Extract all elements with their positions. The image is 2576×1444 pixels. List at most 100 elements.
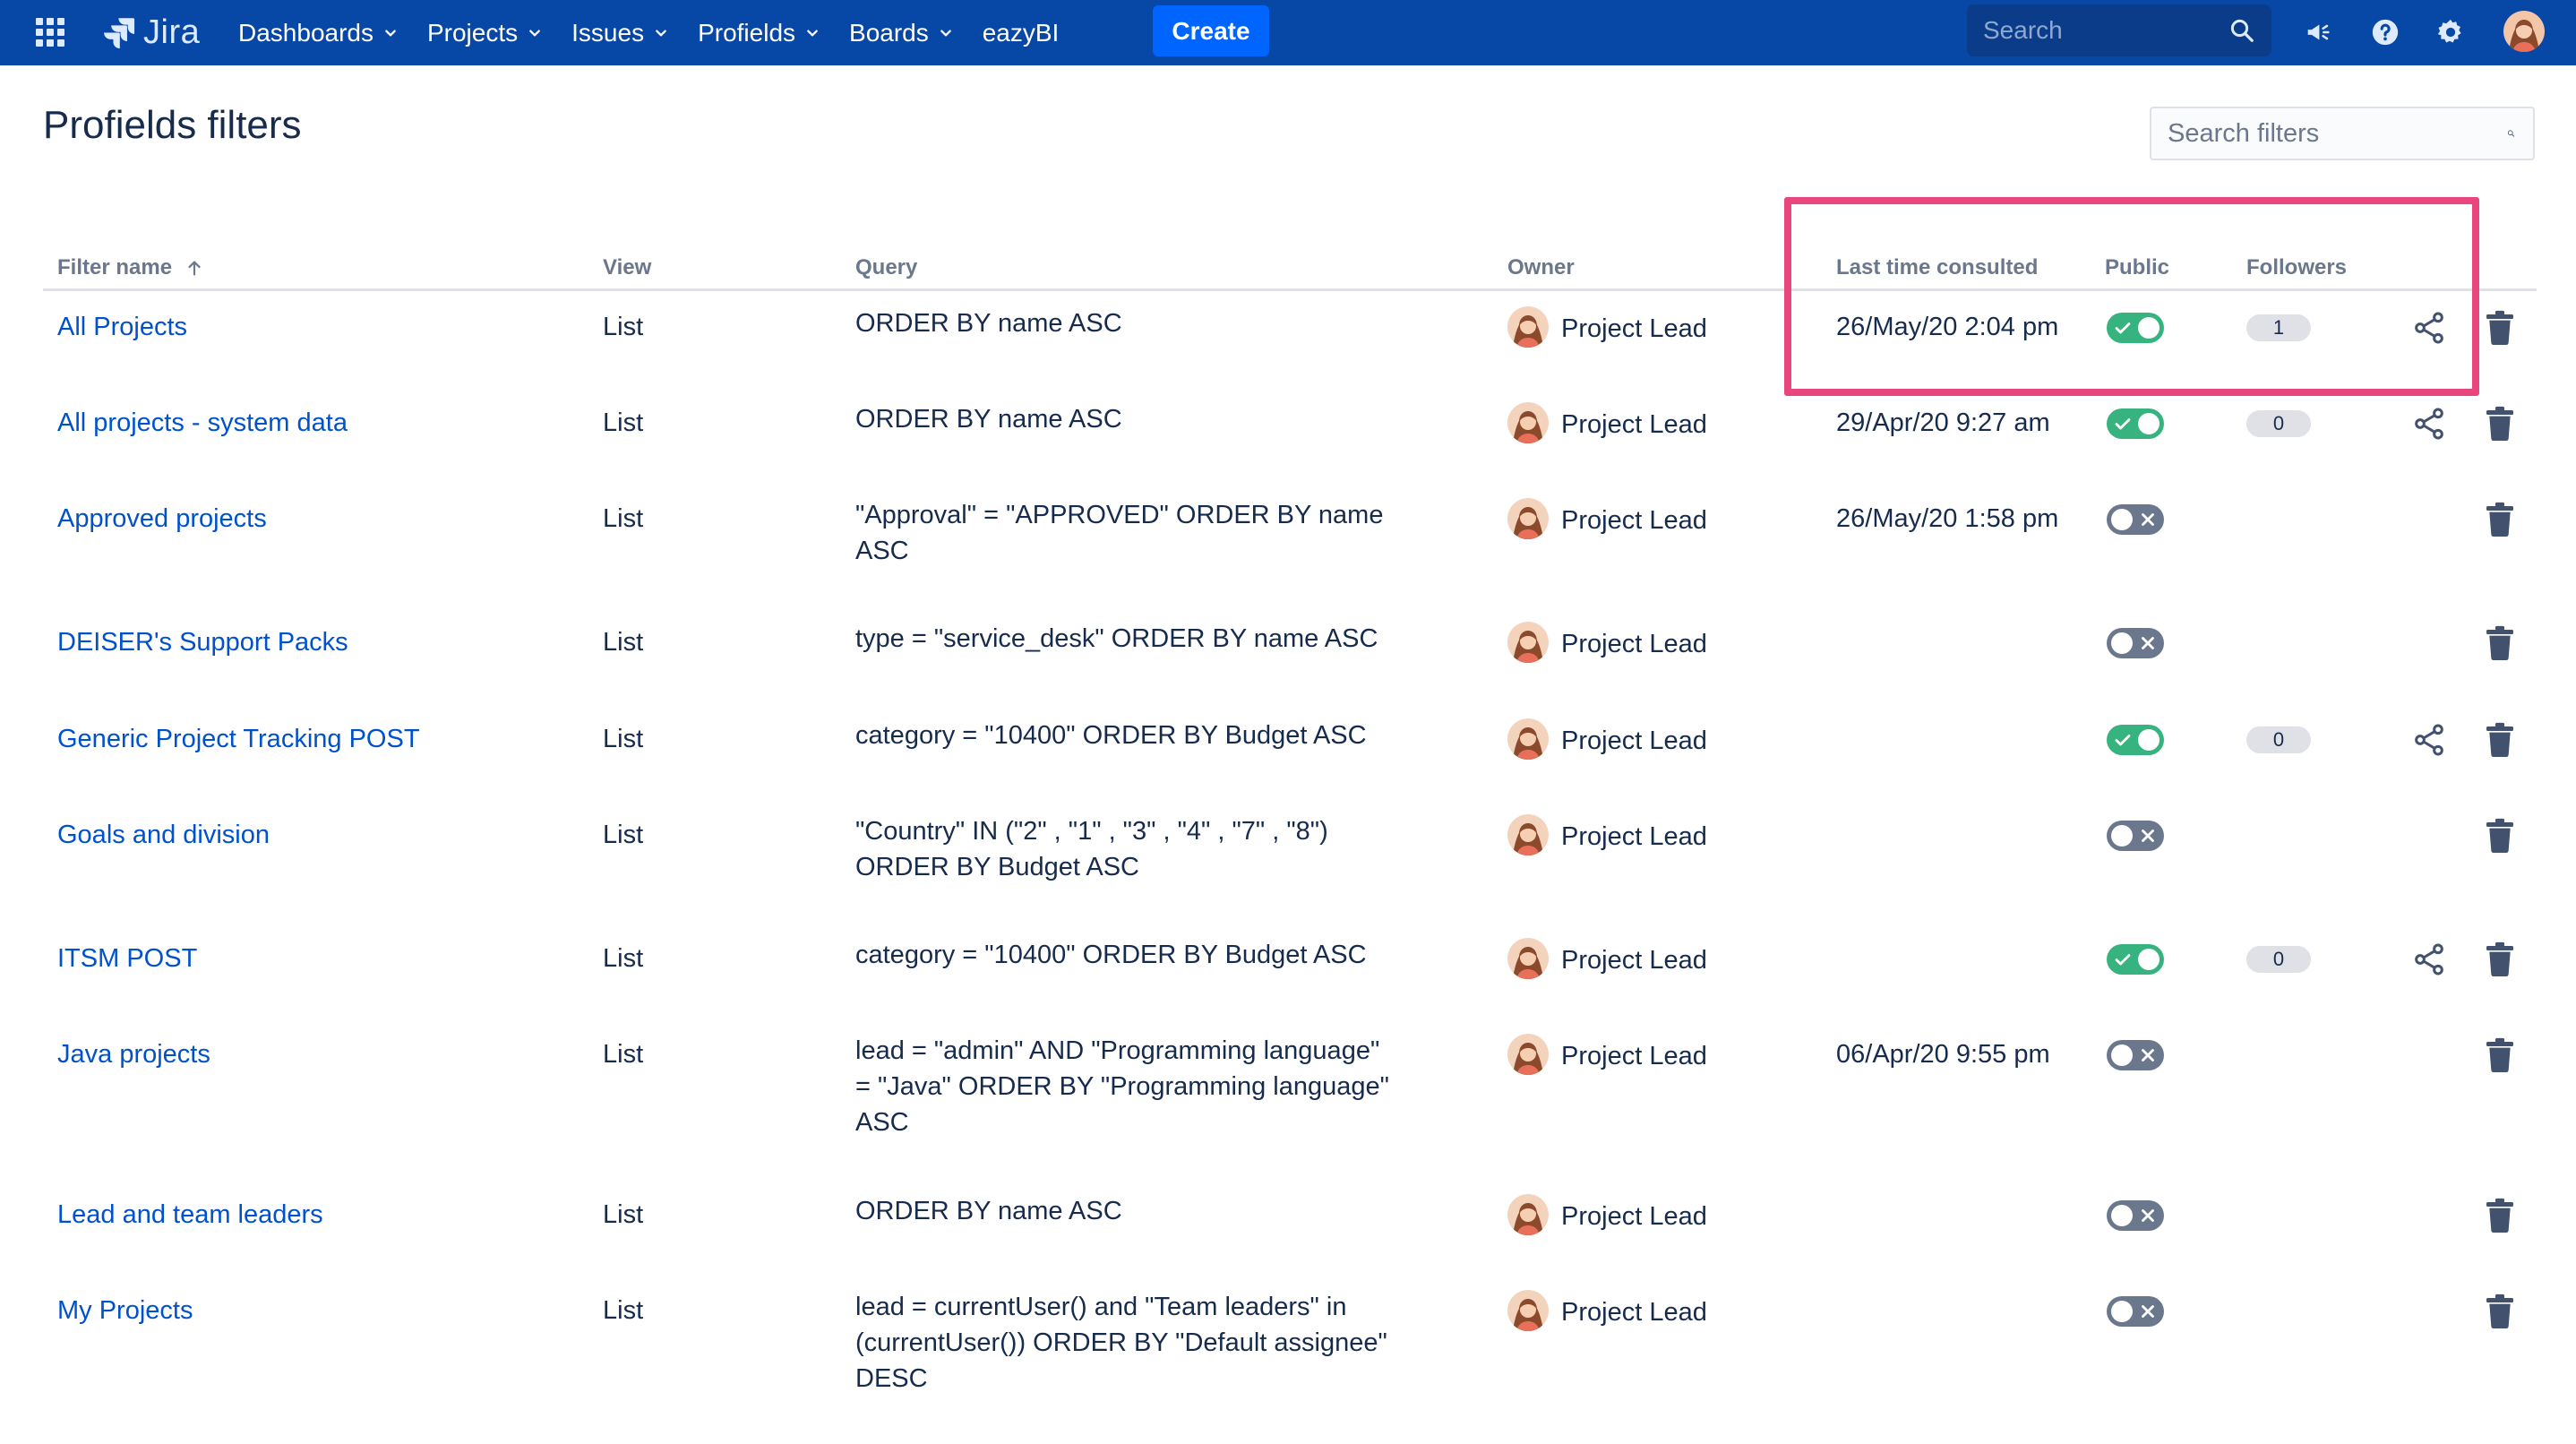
filter-owner[interactable]: Project Lead [1507,306,1707,348]
column-header-public[interactable]: Public [2105,255,2169,280]
filter-owner[interactable]: Project Lead [1507,938,1707,979]
nav-item-profields[interactable]: Profields [698,19,819,47]
public-toggle[interactable] [2107,821,2164,851]
query-line: "Approval" = "APPROVED" ORDER BY name [855,501,1384,529]
public-toggle[interactable] [2107,408,2164,439]
filter-name-link[interactable]: Approved projects [57,501,267,537]
filter-name-link[interactable]: Goals and division [57,817,270,853]
nav-item-dashboards[interactable]: Dashboards [238,19,397,47]
nav-item-boards[interactable]: Boards [849,19,952,47]
nav-item-label: Projects [426,18,519,47]
query-line: lead = "admin" AND "Programming language… [855,1036,1380,1065]
share-icon[interactable] [2411,941,2447,977]
top-navigation-bar: Jira Dashboards Projects Issues Profields Bo… [0,0,2576,65]
public-toggle[interactable] [2107,313,2164,343]
jira-logo-text: Jira [143,13,201,51]
filter-view: List [603,504,644,533]
cross-icon [2142,1305,2154,1318]
chevron-down-icon [807,30,818,36]
filter-owner[interactable]: Project Lead [1507,1194,1707,1235]
delete-trash-icon[interactable] [2485,722,2515,758]
column-header-owner[interactable]: Owner [1507,255,1575,280]
delete-trash-icon[interactable] [2485,502,2515,537]
table-header-divider [43,288,2537,291]
filter-owner[interactable]: Project Lead [1507,498,1707,539]
owner-avatar [1507,814,1549,855]
public-toggle[interactable] [2107,1296,2164,1327]
query-line: lead = currentUser() and "Team leaders" … [855,1293,1347,1321]
nav-item-projects[interactable]: Projects [427,19,541,47]
owner-name: Project Lead [1561,314,1707,343]
filter-owner[interactable]: Project Lead [1507,718,1707,760]
column-header-view[interactable]: View [603,255,651,280]
filter-owner[interactable]: Project Lead [1507,622,1707,663]
delete-trash-icon[interactable] [2485,818,2515,854]
filter-view: List [603,944,644,973]
delete-trash-icon[interactable] [2485,310,2515,346]
public-toggle[interactable] [2107,725,2164,755]
filter-name-link[interactable]: Generic Project Tracking POST [57,721,420,757]
public-toggle[interactable] [2107,1200,2164,1231]
column-header-query[interactable]: Query [855,255,917,280]
query-line: = "Java" ORDER BY "Programming language" [855,1072,1389,1101]
owner-avatar [1507,402,1549,443]
column-header-last-consulted[interactable]: Last time consulted [1836,255,2038,280]
filter-owner[interactable]: Project Lead [1507,1034,1707,1075]
last-consulted: 26/May/20 1:58 pm [1836,504,2059,533]
filter-view: List [603,725,644,753]
nav-item-issues[interactable]: Issues [571,19,667,47]
sort-ascending-icon[interactable] [185,258,204,278]
app-switcher-icon[interactable] [34,16,66,48]
search-filters-input[interactable] [2166,117,2507,150]
global-search-input[interactable]: Search [1967,4,2271,56]
filter-name-link[interactable]: DEISER's Support Packs [57,624,348,660]
delete-trash-icon[interactable] [2485,1198,2515,1233]
nav-item-eazybi[interactable]: eazyBI [983,19,1060,47]
delete-trash-icon[interactable] [2485,625,2515,661]
delete-trash-icon[interactable] [2485,1294,2515,1329]
public-toggle[interactable] [2107,944,2164,975]
public-toggle[interactable] [2107,504,2164,535]
filter-name-link[interactable]: ITSM POST [57,941,197,976]
filter-name-link[interactable]: All Projects [57,309,187,345]
delete-trash-icon[interactable] [2485,941,2515,977]
create-button[interactable]: Create [1153,5,1269,56]
filter-query: ORDER BY name ASC [855,401,1402,437]
filter-query: category = "10400" ORDER BY Budget ASC [855,718,1402,753]
column-header-followers[interactable]: Followers [2246,255,2347,280]
public-toggle[interactable] [2107,628,2164,658]
owner-name: Project Lead [1561,945,1707,975]
filter-name-link[interactable]: Lead and team leaders [57,1197,323,1233]
owner-name: Project Lead [1561,409,1707,439]
public-toggle[interactable] [2107,1040,2164,1070]
settings-icon[interactable] [2433,14,2469,50]
delete-trash-icon[interactable] [2485,406,2515,442]
filter-name-link[interactable]: All projects - system data [57,405,348,441]
filter-name-link[interactable]: My Projects [57,1293,193,1328]
search-filters-field[interactable] [2150,107,2535,160]
filter-view: List [603,313,644,341]
column-header-label: Filter name [57,255,173,279]
jira-logo-icon [104,18,135,49]
filter-owner[interactable]: Project Lead [1507,814,1707,855]
share-icon[interactable] [2411,722,2447,758]
owner-avatar [1507,1194,1549,1235]
jira-logo[interactable]: Jira [100,11,200,54]
query-line: ORDER BY Budget ASC [855,853,1140,881]
share-icon[interactable] [2411,310,2447,346]
chevron-down-icon [385,30,396,36]
user-avatar[interactable] [2503,11,2545,52]
search-icon[interactable] [2507,120,2515,147]
share-icon[interactable] [2411,406,2447,442]
owner-name: Project Lead [1561,505,1707,535]
filter-name-link[interactable]: Java projects [57,1036,210,1072]
filter-owner[interactable]: Project Lead [1507,1290,1707,1331]
megaphone-icon[interactable] [2300,14,2336,50]
help-icon[interactable] [2367,14,2403,50]
primary-nav: Dashboards Projects Issues Profields Boards e… [238,0,1089,65]
delete-trash-icon[interactable] [2485,1037,2515,1073]
filter-owner[interactable]: Project Lead [1507,402,1707,443]
chevron-down-icon [529,30,540,36]
cross-icon [2142,637,2154,649]
column-header-filter-name[interactable]: Filter name [57,255,204,280]
